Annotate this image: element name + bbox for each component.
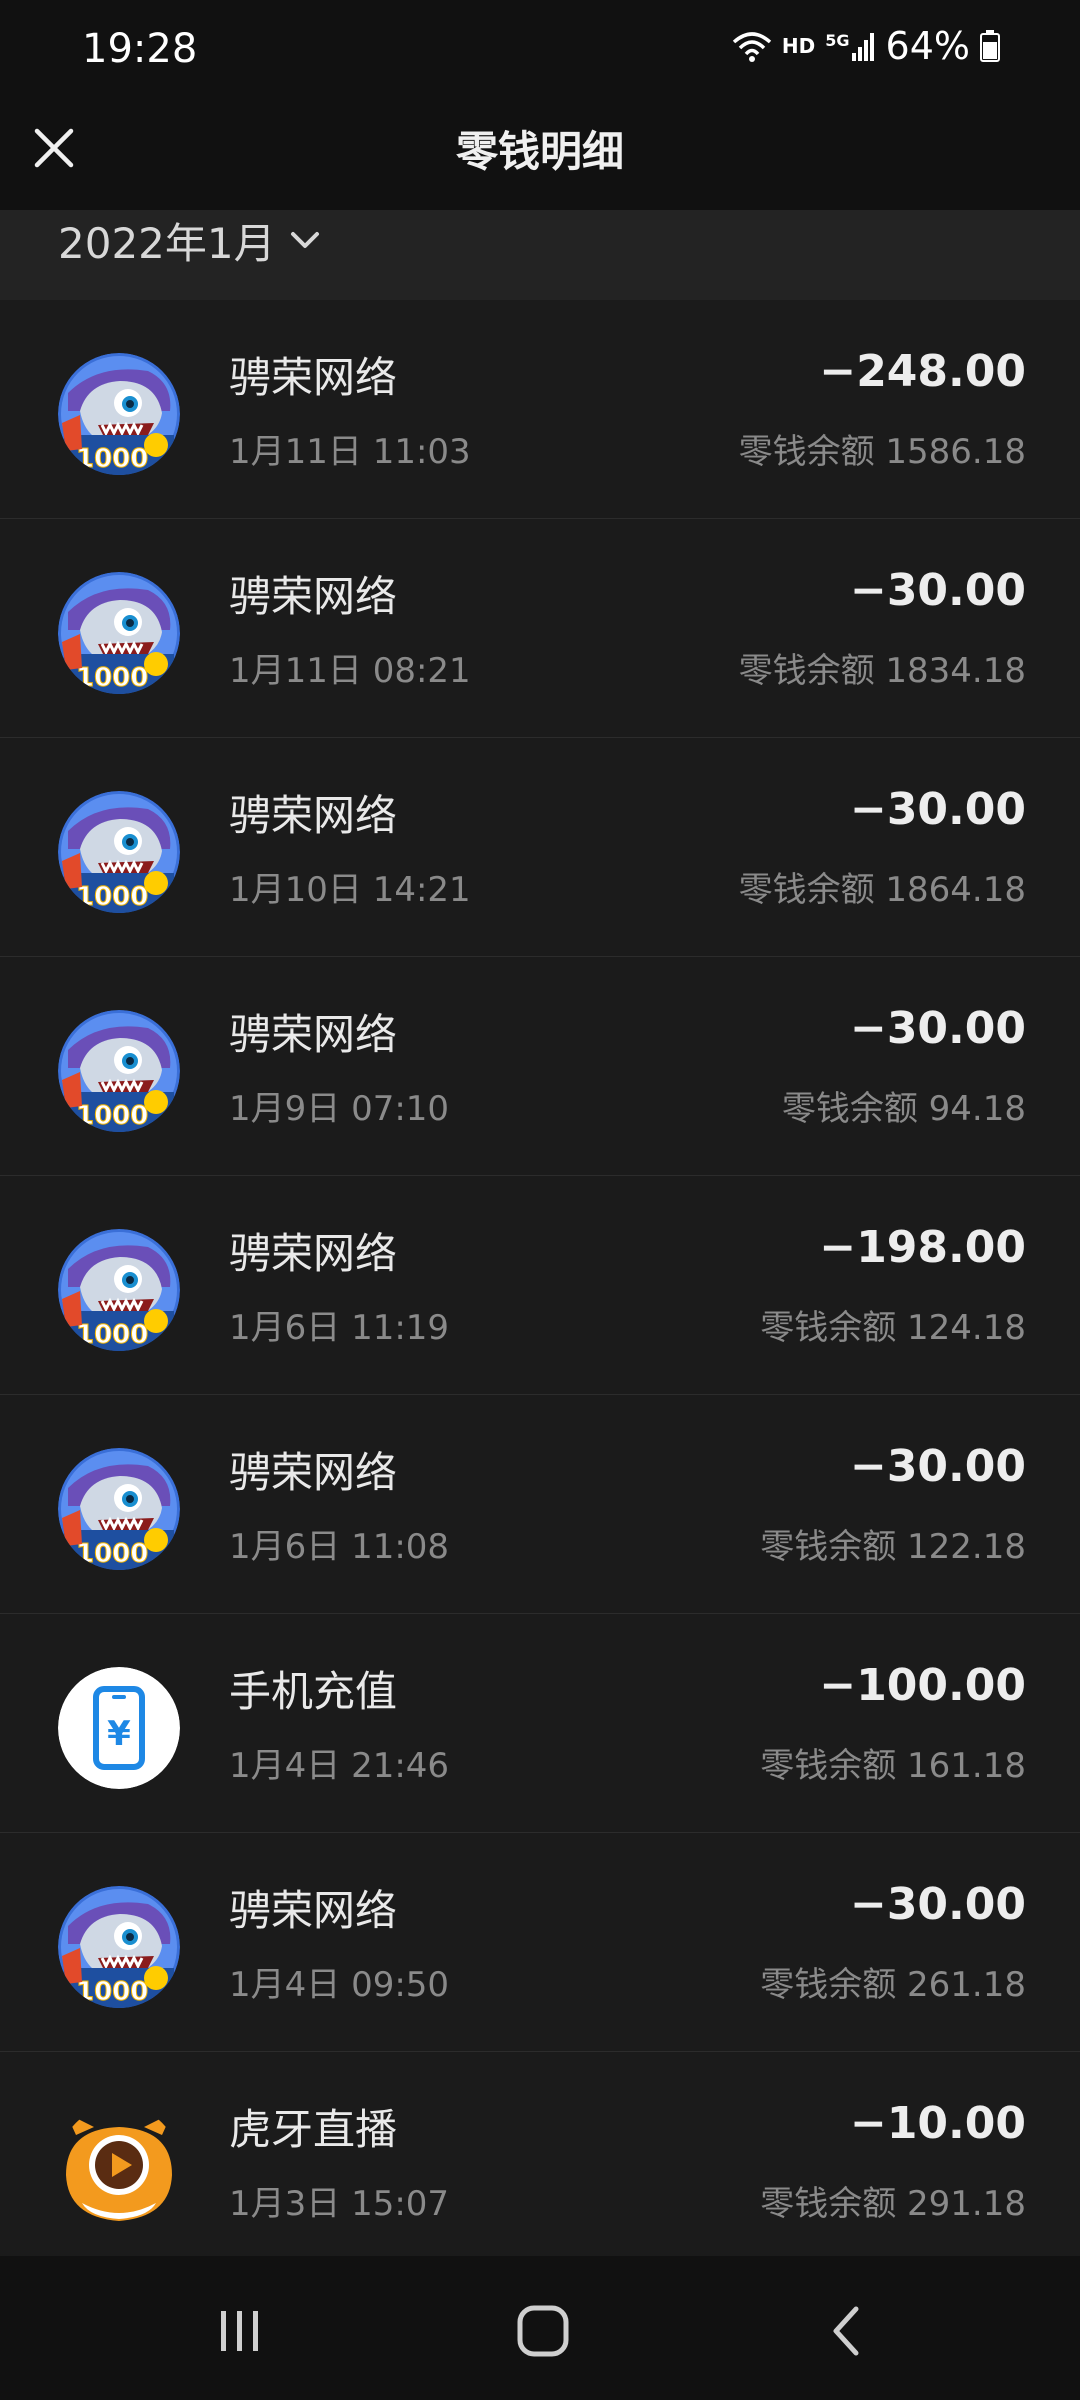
transaction-balance: 零钱余额 94.18 [781, 1089, 1026, 1129]
home-button[interactable] [503, 2296, 583, 2366]
transaction-balance: 零钱余额 261.18 [760, 1965, 1026, 2005]
recents-icon [221, 2311, 258, 2351]
month-filter-bar: 2022年1月 [0, 210, 1080, 300]
transaction-time: 1月3日 15:07 [229, 2184, 450, 2224]
wallet-details-screen: 19:28 HD 5G 64% 零钱明细 2022年1月 骋荣网络 1月11日 … [0, 0, 1080, 2400]
transaction-amount: −100.00 [819, 1660, 1026, 1711]
transaction-row[interactable]: 手机充值 1月4日 21:46 −100.00 零钱余额 161.18 [0, 1614, 1080, 1833]
back-icon [833, 2306, 859, 2356]
huya-live-icon [58, 2105, 180, 2227]
status-indicators: HD 5G 64% [732, 24, 1000, 68]
month-label: 2022年1月 [58, 218, 276, 268]
transaction-amount: −30.00 [849, 565, 1026, 616]
month-selector[interactable]: 2022年1月 [58, 210, 320, 270]
transaction-name: 骋荣网络 [229, 1010, 398, 1059]
transaction-amount: −30.00 [849, 1441, 1026, 1492]
home-icon [517, 2305, 569, 2357]
transaction-amount: −10.00 [849, 2098, 1026, 2149]
transaction-row[interactable]: 骋荣网络 1月9日 07:10 −30.00 零钱余额 94.18 [0, 957, 1080, 1176]
transaction-amount: −30.00 [849, 1003, 1026, 1054]
transaction-row[interactable]: 骋荣网络 1月6日 11:08 −30.00 零钱余额 122.18 [0, 1395, 1080, 1614]
back-button[interactable] [806, 2296, 886, 2366]
transaction-name: 手机充值 [229, 1667, 398, 1716]
transaction-balance: 零钱余额 161.18 [760, 1746, 1026, 1786]
cell-signal-icon: 5G [825, 31, 875, 61]
transaction-name: 骋荣网络 [229, 572, 398, 621]
battery-icon [980, 30, 1000, 62]
transaction-time: 1月11日 08:21 [229, 651, 471, 691]
transaction-name: 虎牙直播 [229, 2105, 398, 2154]
transaction-name: 骋荣网络 [229, 353, 398, 402]
transaction-time: 1月6日 11:19 [229, 1308, 450, 1348]
transaction-amount: −30.00 [849, 784, 1026, 835]
transaction-list: 骋荣网络 1月11日 11:03 −248.00 零钱余额 1586.18 骋荣… [0, 300, 1080, 2271]
status-bar: 19:28 HD 5G 64% [0, 0, 1080, 100]
transaction-row[interactable]: 骋荣网络 1月11日 11:03 −248.00 零钱余额 1586.18 [0, 300, 1080, 519]
chevron-down-icon [290, 232, 319, 248]
signal-label: 5G [825, 31, 850, 50]
transaction-balance: 零钱余额 1834.18 [738, 651, 1026, 691]
transaction-time: 1月4日 21:46 [229, 1746, 450, 1786]
transaction-row[interactable]: 骋荣网络 1月6日 11:19 −198.00 零钱余额 124.18 [0, 1176, 1080, 1395]
transaction-time: 1月6日 11:08 [229, 1527, 450, 1567]
transaction-balance: 零钱余额 122.18 [760, 1527, 1026, 1567]
transaction-amount: −198.00 [819, 1222, 1026, 1273]
transaction-name: 骋荣网络 [229, 1886, 398, 1935]
shark-game-icon [58, 572, 180, 694]
title-bar: 零钱明细 [0, 100, 1080, 210]
transaction-time: 1月9日 07:10 [229, 1089, 450, 1129]
transaction-amount: −248.00 [819, 346, 1026, 397]
transaction-time: 1月11日 11:03 [229, 432, 471, 472]
transaction-time: 1月10日 14:21 [229, 870, 471, 910]
transaction-row[interactable]: 虎牙直播 1月3日 15:07 −10.00 零钱余额 291.18 [0, 2052, 1080, 2271]
transaction-name: 骋荣网络 [229, 791, 398, 840]
system-nav-bar [0, 2256, 1080, 2400]
transaction-time: 1月4日 09:50 [229, 1965, 450, 2005]
shark-game-icon [58, 1229, 180, 1351]
shark-game-icon [58, 353, 180, 475]
transaction-balance: 零钱余额 1586.18 [738, 432, 1026, 472]
transaction-name: 骋荣网络 [229, 1229, 398, 1278]
shark-game-icon [58, 1886, 180, 2008]
transaction-name: 骋荣网络 [229, 1448, 398, 1497]
phone-recharge-icon [58, 1667, 180, 1789]
transaction-balance: 零钱余额 124.18 [760, 1308, 1026, 1348]
transaction-row[interactable]: 骋荣网络 1月11日 08:21 −30.00 零钱余额 1834.18 [0, 519, 1080, 738]
transaction-balance: 零钱余额 1864.18 [738, 870, 1026, 910]
battery-percent: 64% [885, 24, 970, 68]
transaction-row[interactable]: 骋荣网络 1月10日 14:21 −30.00 零钱余额 1864.18 [0, 738, 1080, 957]
shark-game-icon [58, 791, 180, 913]
hd-label: HD [781, 34, 816, 58]
wifi-icon [732, 30, 772, 62]
status-time: 19:28 [82, 26, 198, 72]
transaction-row[interactable]: 骋荣网络 1月4日 09:50 −30.00 零钱余额 261.18 [0, 1833, 1080, 2052]
transaction-amount: −30.00 [849, 1879, 1026, 1930]
transaction-balance: 零钱余额 291.18 [760, 2184, 1026, 2224]
shark-game-icon [58, 1448, 180, 1570]
page-title: 零钱明细 [455, 127, 624, 176]
recents-button[interactable] [200, 2296, 280, 2366]
shark-game-icon [58, 1010, 180, 1132]
